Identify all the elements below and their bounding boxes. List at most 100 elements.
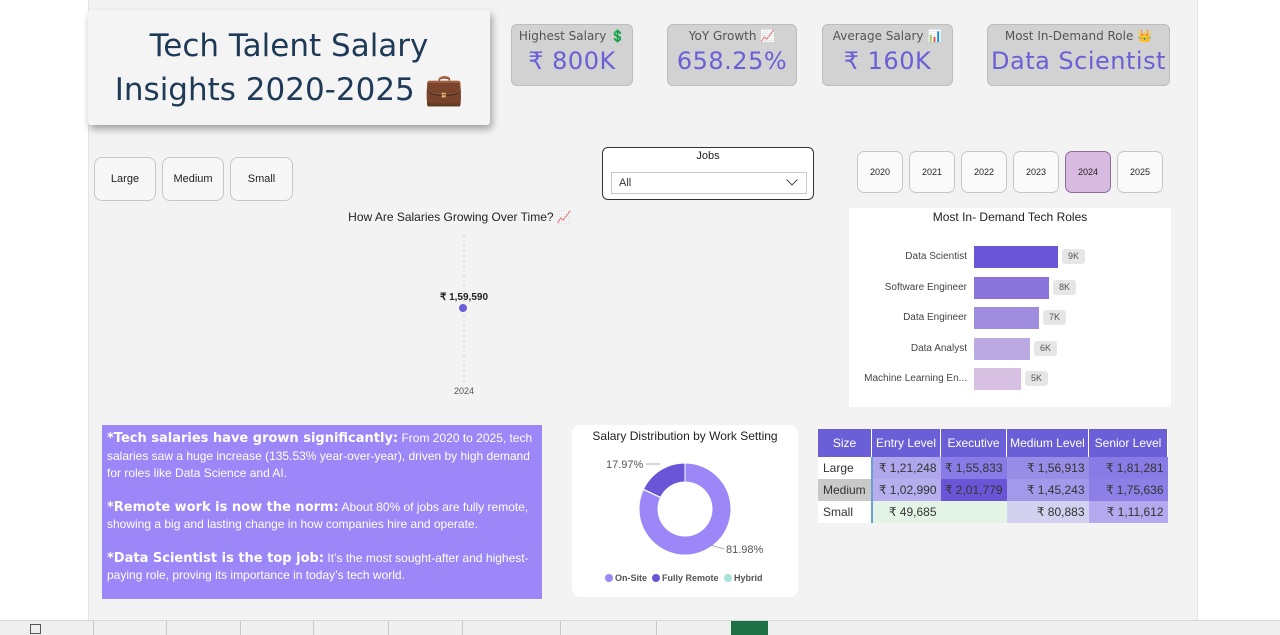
tab-divider: [462, 621, 463, 635]
legend-on-site: On-Site: [615, 573, 647, 583]
table-row: Large ₹ 1,21,248 ₹ 1,55,833 ₹ 1,56,913 ₹…: [818, 457, 1168, 479]
bar-label: Software Engineer: [884, 281, 967, 293]
square-icon[interactable]: [30, 624, 41, 634]
size-filter-large[interactable]: Large: [94, 157, 156, 201]
bar-value-label: 8K: [1053, 279, 1077, 295]
x-tick-label-2024: 2024: [454, 386, 474, 396]
page-tab-strip: [0, 620, 1280, 635]
table-cell: ₹ 1,56,913: [1006, 457, 1089, 479]
insight-3: *Data Scientist is the top job: It’s the…: [107, 550, 534, 585]
table-cell: ₹ 1,21,248: [870, 457, 941, 479]
work-setting-donut-svg: 17.97% 81.98% On-Site Fully Remote Hybri…: [605, 459, 764, 583]
in-demand-roles-title: Most In- Demand Tech Roles: [932, 210, 1088, 224]
data-label-2024: ₹ 1,59,590: [440, 292, 489, 303]
table-cell: ₹ 1,81,281: [1088, 457, 1168, 479]
legend-swatch-on-site: [605, 574, 613, 582]
bar[interactable]: [974, 368, 1021, 390]
column-header-executive: Executive: [940, 429, 1007, 457]
donut-legend: On-Site Fully Remote Hybrid: [605, 573, 763, 583]
bar[interactable]: [974, 307, 1039, 329]
insight-2: *Remote work is now the norm: About 80% …: [107, 499, 534, 534]
kpi-value: ₹ 800K: [528, 47, 616, 75]
leader-line-on-site: [709, 544, 725, 550]
kpi-yoy-growth: YoY Growth 📈 658.25%: [667, 24, 797, 86]
insights-panel: *Tech salaries have grown significantly:…: [102, 425, 542, 599]
tab-divider: [313, 621, 314, 635]
insight-heading: *Remote work is now the norm:: [107, 499, 339, 515]
kpi-value: 658.25%: [676, 47, 788, 75]
kpi-highest-salary: Highest Salary 💲 ₹ 800K: [511, 24, 633, 86]
salary-growth-chart-title: How Are Salaries Growing Over Time? 📈: [348, 210, 572, 224]
salary-growth-chart: How Are Salaries Growing Over Time? 📈 ₹ …: [300, 210, 620, 405]
bar[interactable]: [974, 246, 1058, 268]
year-filter-2024[interactable]: 2024: [1065, 151, 1111, 193]
title-line-1: Tech Talent Salary: [149, 27, 429, 64]
data-point-2024[interactable]: [459, 304, 467, 312]
bar[interactable]: [974, 276, 1049, 299]
table-cell: ₹ 1,75,636: [1088, 479, 1168, 501]
work-setting-donut-title: Salary Distribution by Work Setting: [592, 429, 778, 443]
donut-label-on-site: 81.98%: [726, 544, 764, 556]
year-filter-2022[interactable]: 2022: [961, 151, 1007, 193]
jobs-dropdown[interactable]: All: [611, 172, 807, 194]
table-cell: ₹ 1,11,612: [1088, 501, 1168, 523]
year-filter-2020[interactable]: 2020: [857, 151, 903, 193]
add-page-button[interactable]: [731, 621, 768, 635]
table-header-row: Size Entry Level Executive Medium Level …: [818, 429, 1168, 457]
bar-label: Data Scientist: [905, 251, 967, 262]
legend-swatch-fully-remote: [652, 574, 660, 582]
jobs-dropdown-value: All: [619, 177, 632, 189]
kpi-value: Data Scientist: [991, 47, 1166, 75]
table-cell-size[interactable]: Large: [818, 457, 872, 479]
insight-heading: *Tech salaries have grown significantly:: [107, 431, 399, 446]
title-line-2: Insights 2020-2025 💼: [114, 71, 464, 108]
chevron-down-icon: [786, 174, 798, 186]
kpi-label: YoY Growth 📈: [688, 29, 776, 43]
tab-divider: [240, 621, 241, 635]
year-filter-2023[interactable]: 2023: [1013, 151, 1059, 193]
tab-divider: [560, 621, 561, 635]
kpi-label: Most In-Demand Role 👑: [1004, 29, 1153, 43]
insight-1: *Tech salaries have grown significantly:…: [107, 430, 534, 483]
table-row: Small ₹ 49,685 ₹ 80,883 ₹ 1,11,612: [818, 501, 1168, 523]
table-row: Medium ₹ 1,02,990 ₹ 2,01,779 ₹ 1,45,243 …: [818, 479, 1168, 501]
insight-heading: *Data Scientist is the top job:: [107, 550, 325, 566]
table-cell: ₹ 49,685: [870, 501, 941, 523]
table-cell-size[interactable]: Medium: [818, 479, 872, 501]
kpi-value: ₹ 160K: [843, 47, 932, 75]
year-filter-2025[interactable]: 2025: [1117, 151, 1163, 193]
kpi-average-salary: Average Salary 📊 ₹ 160K: [822, 24, 953, 86]
tab-divider: [93, 621, 94, 635]
year-filter-2021[interactable]: 2021: [909, 151, 955, 193]
column-header-entry-level: Entry Level: [871, 429, 941, 457]
briefcase-icon: 💼: [424, 71, 464, 108]
kpi-most-in-demand-role: Most In-Demand Role 👑 Data Scientist: [987, 24, 1170, 86]
bar-value-label: 7K: [1043, 310, 1067, 325]
bar[interactable]: [974, 337, 1030, 360]
table-cell: [940, 501, 1007, 523]
table-cell: ₹ 80,883: [1006, 501, 1089, 523]
size-filter-small[interactable]: Small: [230, 157, 293, 201]
tab-divider: [388, 621, 389, 635]
legend-swatch-hybrid: [724, 574, 732, 582]
bar-row: Data Engineer 7K: [849, 307, 1171, 329]
column-header-medium-level: Medium Level: [1006, 429, 1089, 457]
legend-fully-remote: Fully Remote: [662, 573, 719, 583]
size-filter-medium[interactable]: Medium: [162, 157, 224, 201]
table-cell: ₹ 1,45,243: [1006, 479, 1089, 501]
kpi-label: Average Salary 📊: [832, 29, 943, 43]
table-cell: ₹ 1,02,990: [870, 479, 941, 501]
kpi-label: Highest Salary 💲: [518, 29, 626, 43]
table-cell-size[interactable]: Small: [818, 501, 872, 523]
tab-divider: [166, 621, 167, 635]
bar-row: Machine Learning En... 5K: [849, 368, 1171, 390]
jobs-filter-label: Jobs: [696, 150, 720, 162]
column-header-senior-level: Senior Level: [1088, 429, 1168, 457]
bar-label: Data Engineer: [903, 312, 967, 323]
salary-matrix-table: Size Entry Level Executive Medium Level …: [818, 429, 1168, 523]
legend-hybrid: Hybrid: [734, 573, 763, 583]
salary-growth-svg: ₹ 1,59,590 2024: [440, 235, 489, 396]
in-demand-roles-chart: Most In- Demand Tech Roles Data Scientis…: [849, 208, 1171, 407]
bar-row: Data Scientist 9K: [849, 246, 1171, 268]
work-setting-donut-card: Salary Distribution by Work Setting 17.9…: [572, 425, 798, 597]
